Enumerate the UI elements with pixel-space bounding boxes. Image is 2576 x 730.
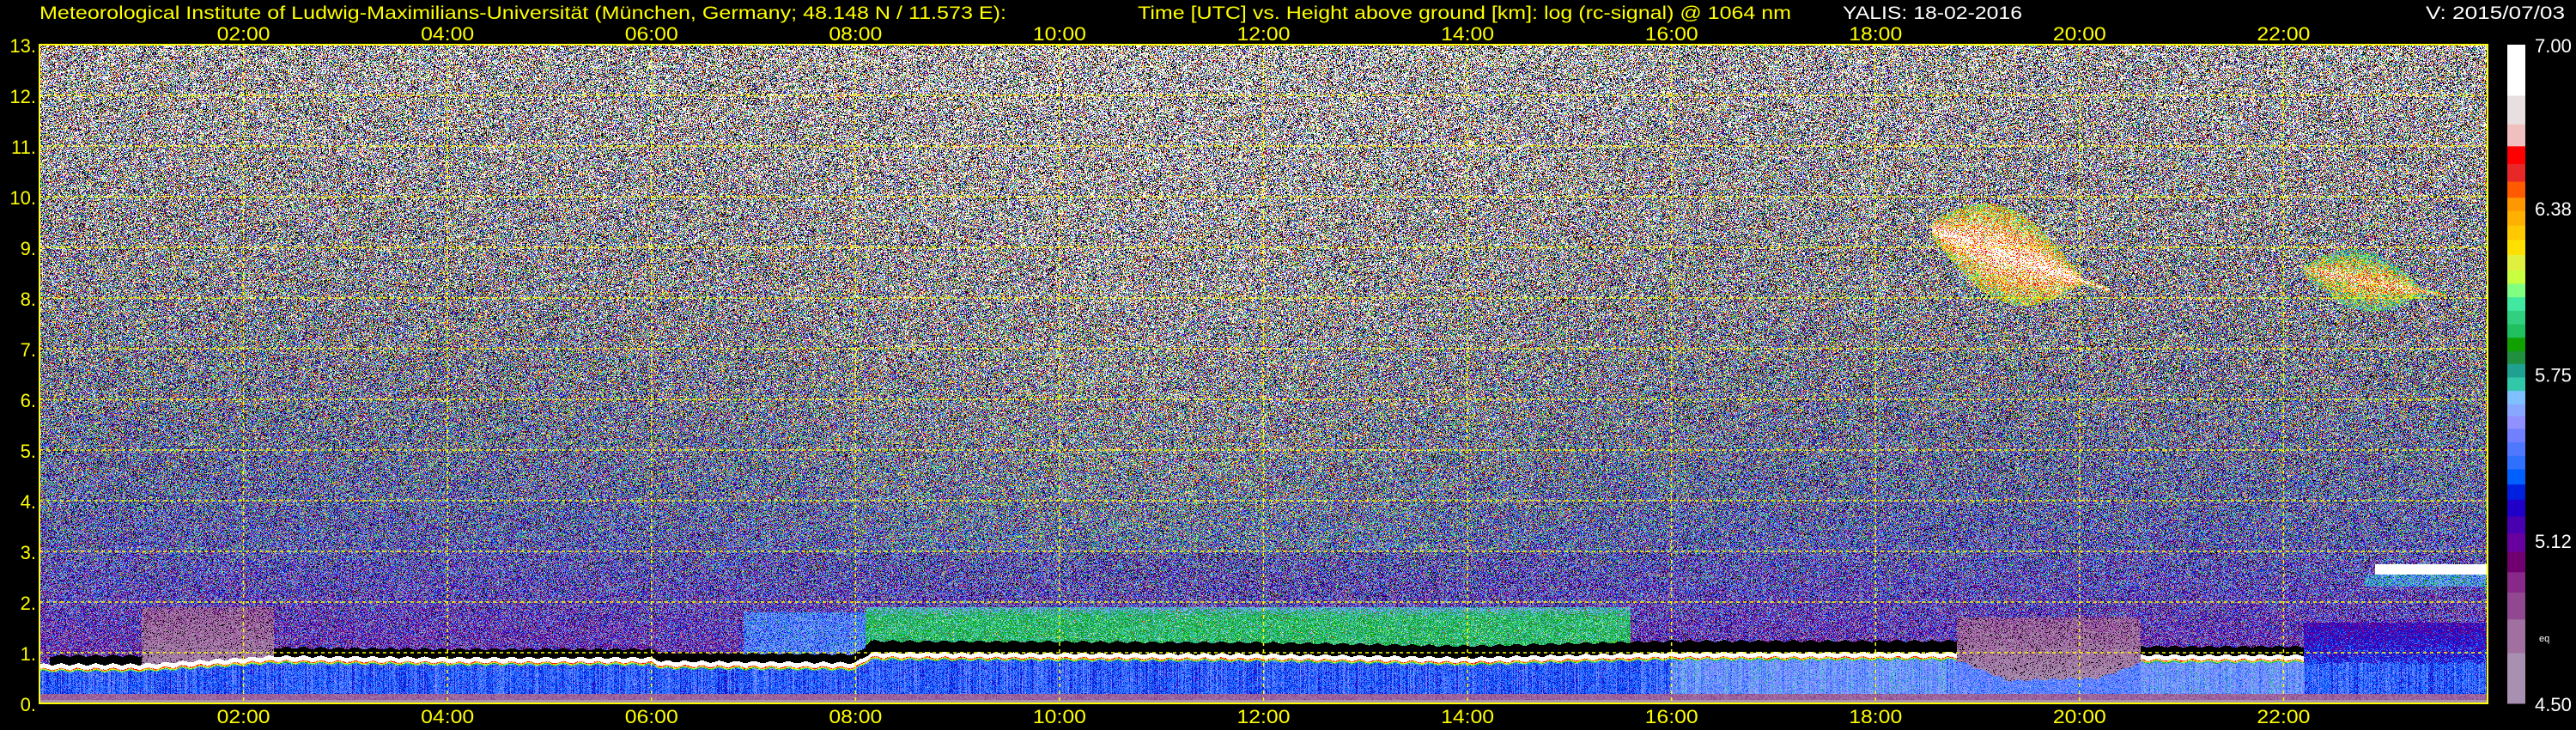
y-tick-label: 0. bbox=[21, 694, 36, 715]
x-tick-label-top: 10:00 bbox=[1033, 23, 1086, 45]
x-tick-label-top: 20:00 bbox=[2053, 23, 2106, 45]
colorbar-tick-label: 4.50 bbox=[2535, 694, 2572, 715]
x-tick-label-bottom: 10:00 bbox=[1033, 706, 1086, 727]
chart-overlay: Meteorological Institute of Ludwig-Maxim… bbox=[9, 3, 2572, 727]
x-tick-label-bottom: 18:00 bbox=[1849, 706, 1902, 727]
x-tick-label-bottom: 02:00 bbox=[217, 706, 270, 727]
colorbar-tick-label: 6.38 bbox=[2535, 198, 2572, 220]
colorbar-swatch bbox=[2507, 390, 2525, 405]
colorbar-swatch bbox=[2507, 532, 2525, 552]
colorbar-unit-label: eq bbox=[2539, 634, 2549, 644]
colorbar-swatch bbox=[2507, 350, 2525, 364]
y-tick-label: 3. bbox=[21, 542, 36, 563]
colorbar-swatch bbox=[2507, 455, 2525, 470]
x-tick-label-bottom: 06:00 bbox=[625, 706, 678, 727]
colorbar-swatch bbox=[2507, 499, 2525, 517]
colorbar-swatch bbox=[2507, 163, 2525, 182]
x-tick-label-bottom: 16:00 bbox=[1645, 706, 1698, 727]
colorbar-swatch bbox=[2507, 310, 2525, 325]
x-tick-label-bottom: 04:00 bbox=[421, 706, 474, 727]
x-tick-label-bottom: 20:00 bbox=[2053, 706, 2106, 727]
x-tick-label-top: 22:00 bbox=[2257, 23, 2310, 45]
colorbar-swatch bbox=[2507, 618, 2525, 654]
colorbar-swatch bbox=[2507, 239, 2525, 256]
colorbar-tick-label: 5.75 bbox=[2535, 365, 2572, 386]
x-tick-label-top: 18:00 bbox=[1849, 23, 1902, 45]
colorbar-swatch bbox=[2507, 363, 2525, 378]
y-tick-label: 6. bbox=[21, 390, 36, 411]
colorbar-swatch bbox=[2507, 441, 2525, 456]
x-tick-label-bottom: 22:00 bbox=[2257, 706, 2310, 727]
colorbar-swatch bbox=[2507, 468, 2525, 485]
y-tick-label: 2. bbox=[21, 593, 36, 614]
colorbar-swatch bbox=[2507, 653, 2525, 704]
colorbar-swatch bbox=[2507, 45, 2525, 96]
chart-description: Time [UTC] vs. Height above ground [km]:… bbox=[1138, 3, 1791, 23]
grid-lines bbox=[39, 45, 2488, 703]
x-tick-label-top: 04:00 bbox=[421, 23, 474, 45]
colorbar-swatch bbox=[2507, 551, 2525, 573]
colorbar-swatch bbox=[2507, 428, 2525, 443]
x-tick-label-top: 16:00 bbox=[1645, 23, 1698, 45]
colorbar-swatch bbox=[2507, 94, 2525, 125]
colorbar-swatch bbox=[2507, 254, 2525, 271]
y-tick-label: 10. bbox=[9, 187, 36, 209]
y-tick-label: 13. bbox=[9, 35, 36, 57]
y-axis-tick-labels: 0. 1. 2. 3. 4. 5. 6. 7. 8. 9. 10. 11. 12. 13. bbox=[9, 35, 36, 715]
y-tick-label: 4. bbox=[21, 491, 36, 513]
colorbar-swatch bbox=[2507, 404, 2525, 417]
colorbar-swatch bbox=[2507, 376, 2525, 392]
instrument-date: YALIS: 18-02-2016 bbox=[1843, 3, 2022, 23]
colorbar-swatch bbox=[2507, 592, 2525, 620]
colorbar-swatch bbox=[2507, 197, 2525, 211]
institute-title: Meteorological Institute of Ludwig-Maxim… bbox=[39, 3, 1006, 23]
colorbar-swatch bbox=[2507, 225, 2525, 240]
colorbar-swatch bbox=[2507, 484, 2525, 500]
x-tick-label-bottom: 08:00 bbox=[829, 706, 882, 727]
x-tick-label-top: 06:00 bbox=[625, 23, 678, 45]
colorbar-swatch bbox=[2507, 181, 2525, 198]
colorbar-swatch bbox=[2507, 270, 2525, 284]
y-tick-label: 9. bbox=[21, 238, 36, 259]
y-tick-label: 8. bbox=[21, 289, 36, 310]
colorbar-swatch bbox=[2507, 296, 2525, 311]
y-tick-label: 11. bbox=[11, 137, 36, 158]
x-tick-label-bottom: 14:00 bbox=[1441, 706, 1494, 727]
y-tick-label: 7. bbox=[21, 339, 36, 361]
x-tick-label-bottom: 12:00 bbox=[1237, 706, 1291, 727]
colorbar-swatch bbox=[2507, 571, 2525, 593]
x-tick-label-top: 08:00 bbox=[829, 23, 882, 45]
colorbar-swatch bbox=[2507, 124, 2525, 147]
colorbar-tick-label: 7.00 bbox=[2535, 35, 2572, 57]
colorbar-swatch bbox=[2507, 283, 2525, 298]
version-label: V: 2015/07/03 bbox=[2426, 3, 2565, 23]
colorbar-tick-label: 5.12 bbox=[2535, 531, 2572, 552]
y-tick-label: 12. bbox=[9, 86, 36, 107]
colorbar-swatch bbox=[2507, 324, 2525, 338]
colorbar-swatch bbox=[2507, 210, 2525, 226]
colorbar-swatch bbox=[2507, 337, 2525, 351]
x-tick-label-top: 02:00 bbox=[217, 23, 270, 45]
x-tick-label-top: 12:00 bbox=[1237, 23, 1291, 45]
colorbar-tick-labels: 7.00 6.38 5.75 5.12 4.50 bbox=[2535, 35, 2572, 715]
x-tick-label-top: 14:00 bbox=[1441, 23, 1494, 45]
colorbar-swatch bbox=[2507, 416, 2525, 429]
colorbar-swatch bbox=[2507, 145, 2525, 164]
colorbar bbox=[2507, 45, 2525, 704]
colorbar-swatch bbox=[2507, 515, 2525, 534]
y-tick-label: 1. bbox=[21, 643, 36, 665]
y-tick-label: 5. bbox=[21, 441, 36, 462]
